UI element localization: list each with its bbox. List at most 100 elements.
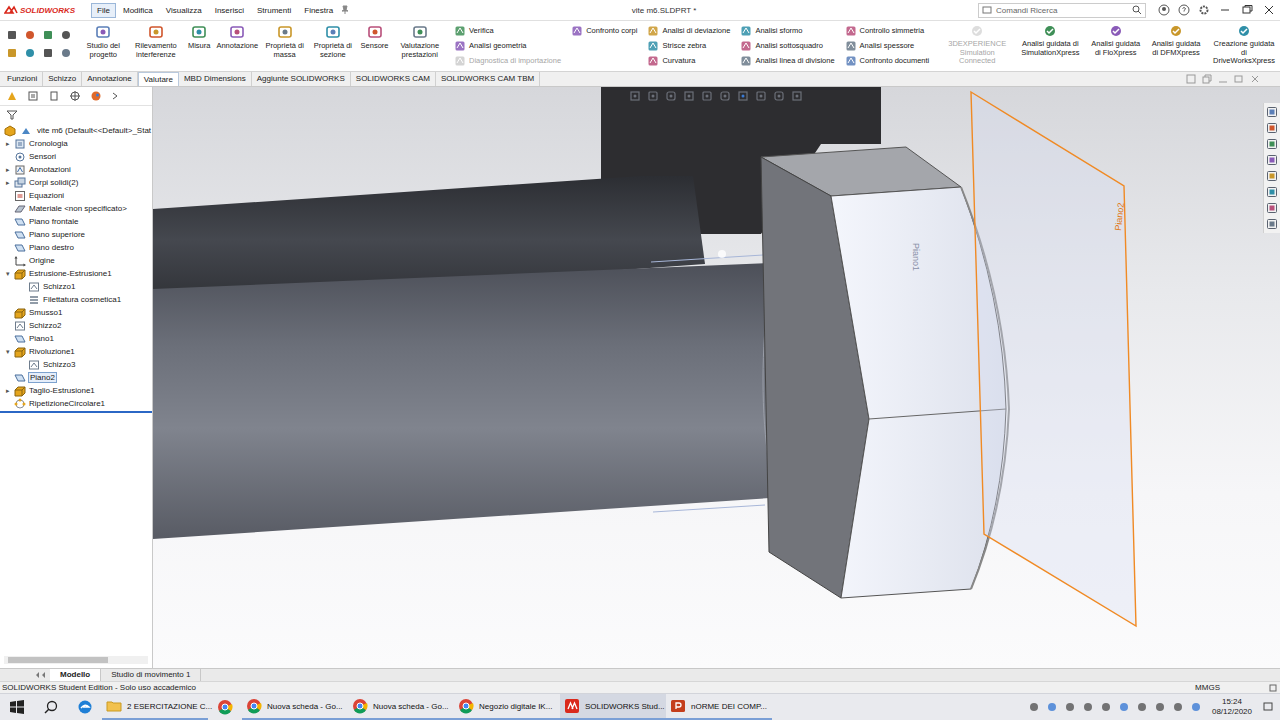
view-tool-icon[interactable] — [701, 90, 713, 102]
restore-icon[interactable] — [1240, 4, 1254, 16]
plane1-label[interactable]: Piano1 — [911, 243, 921, 271]
task-pane-icon[interactable] — [1266, 122, 1278, 134]
scroll-left-icon[interactable] — [30, 670, 50, 680]
view-tool-icon[interactable] — [719, 90, 731, 102]
search-icon[interactable] — [43, 699, 59, 715]
tree-item[interactable]: Filettatura cosmetica1 — [0, 293, 152, 306]
ribbon-small-button[interactable]: Curvatura — [647, 54, 730, 67]
tree-item[interactable]: ▾ Estrusione-Estrusione1 — [0, 267, 152, 280]
display-manager-icon[interactable] — [90, 90, 102, 102]
model-tab[interactable]: Studio di movimento 1 — [101, 669, 201, 681]
taskbar-app[interactable]: Negozio digitale IK... — [454, 694, 560, 720]
ribbon-small-button[interactable]: Confronto documenti — [845, 54, 930, 67]
feature-tree-icon[interactable] — [6, 90, 18, 102]
task-pane-icon[interactable] — [1266, 154, 1278, 166]
tray-icon[interactable] — [1082, 701, 1094, 713]
taskbar-app[interactable]: SOLIDWORKS Stud... — [560, 694, 666, 720]
command-tab[interactable]: Annotazione — [82, 72, 137, 86]
view-tool-icon[interactable] — [791, 90, 803, 102]
rollback-bar[interactable] — [0, 411, 152, 413]
quick-action-icon[interactable] — [42, 47, 54, 59]
task-pane-icon[interactable] — [1266, 202, 1278, 214]
ribbon-button[interactable]: Creazione guidata di DriveWorksXpress — [1208, 24, 1280, 66]
command-tab[interactable]: MBD Dimensions — [179, 72, 252, 86]
ribbon-button[interactable]: Misura — [185, 24, 214, 51]
ribbon-button[interactable]: Proprietà di sezione — [308, 24, 357, 59]
menu-item[interactable]: Visualizza — [160, 3, 208, 18]
menu-item[interactable]: File — [91, 3, 116, 18]
close-icon[interactable] — [1262, 4, 1276, 16]
graphics-area[interactable]: Piano1 Piano2 — [153, 87, 1280, 668]
ribbon-button[interactable]: Studio del progetto — [80, 24, 127, 59]
chrome-icon[interactable] — [217, 699, 233, 715]
tree-item[interactable]: Piano frontale — [0, 215, 152, 228]
tree-item[interactable]: Piano superiore — [0, 228, 152, 241]
ribbon-small-button[interactable]: Diagnostica di importazione — [454, 54, 561, 67]
options-icon[interactable] — [1198, 4, 1210, 16]
notifications-icon[interactable] — [1262, 701, 1274, 713]
view-tool-icon[interactable] — [755, 90, 767, 102]
menu-item[interactable]: Finestra — [298, 3, 339, 18]
menu-item[interactable]: Strumenti — [251, 3, 297, 18]
ribbon-small-button[interactable]: Confronto corpi — [571, 24, 637, 37]
minimize-icon[interactable] — [1218, 4, 1232, 16]
horizontal-scrollbar[interactable] — [4, 656, 148, 664]
taskbar-app[interactable]: nORME DEI COMP... — [666, 694, 772, 720]
quick-action-icon[interactable] — [6, 47, 18, 59]
taskbar-app[interactable]: Nuova scheda - Go... — [242, 694, 348, 720]
tree-expander[interactable]: ▾ — [4, 270, 12, 278]
doc-tile-icon[interactable] — [1186, 74, 1196, 84]
tree-item[interactable]: Piano2 — [0, 371, 152, 384]
tray-icon[interactable] — [1064, 701, 1076, 713]
tree-item[interactable]: ▸ Corpi solidi(2) — [0, 176, 152, 189]
ribbon-button[interactable]: Rilevamento interferenze — [127, 24, 185, 59]
task-pane-icon[interactable] — [1266, 138, 1278, 150]
configuration-icon[interactable] — [48, 90, 60, 102]
ribbon-small-button[interactable]: Analisi geometria — [454, 39, 561, 52]
plane2-label[interactable]: Piano2 — [1113, 202, 1126, 231]
tree-root[interactable]: vite m6 (Default<<Default>_Stat — [0, 124, 152, 137]
expand-arrow-icon[interactable] — [111, 90, 119, 102]
tree-item[interactable]: ▸ Annotazioni — [0, 163, 152, 176]
scroll-thumb[interactable] — [8, 657, 108, 663]
tree-item[interactable]: Sensori — [0, 150, 152, 163]
ribbon-small-button[interactable]: Analisi sottosquadro — [740, 39, 834, 52]
doc-minimize-icon[interactable] — [1218, 74, 1228, 84]
ribbon-small-button[interactable]: Strisce zebra — [647, 39, 730, 52]
plane2[interactable] — [971, 92, 1136, 626]
edge-icon[interactable] — [77, 699, 93, 715]
model-tab[interactable]: Modello — [50, 669, 101, 681]
tray-icon[interactable] — [1118, 701, 1130, 713]
tree-expander[interactable]: ▸ — [4, 387, 12, 395]
task-pane-icon[interactable] — [1266, 218, 1278, 230]
command-tab[interactable]: SOLIDWORKS CAM TBM — [436, 72, 540, 86]
command-tab[interactable]: Aggiunte SOLIDWORKS — [252, 72, 351, 86]
command-tab[interactable]: SOLIDWORKS CAM — [351, 72, 436, 86]
help-icon[interactable] — [1178, 4, 1190, 16]
doc-cascade-icon[interactable] — [1202, 74, 1212, 84]
quick-action-icon[interactable] — [24, 47, 36, 59]
tree-item[interactable]: ▸ Taglio-Estrusione1 — [0, 384, 152, 397]
ribbon-button[interactable]: Sensore — [358, 24, 392, 51]
quick-action-icon[interactable] — [60, 47, 72, 59]
tree-expander[interactable]: ▸ — [4, 140, 12, 148]
tree-item[interactable]: RipetizioneCircolare1 — [0, 397, 152, 410]
ribbon-button[interactable]: 3DEXPERIENCE Simulation Connected — [941, 24, 1013, 66]
ribbon-button[interactable]: Proprietà di massa — [261, 24, 308, 59]
ribbon-button[interactable]: Analisi guidata di FloXpress — [1087, 24, 1144, 57]
search-field[interactable]: Comandi Ricerca — [978, 3, 1146, 18]
command-tab[interactable]: Valutare — [138, 72, 179, 86]
ribbon-small-button[interactable]: Analisi linea di divisione — [740, 54, 834, 67]
user-icon[interactable] — [1158, 4, 1170, 16]
units-indicator[interactable]: MMGS — [1195, 683, 1260, 692]
tree-expander[interactable]: ▾ — [4, 348, 12, 356]
tray-icon[interactable] — [1028, 701, 1040, 713]
ribbon-button[interactable]: Analisi guidata di DFMXpress — [1146, 24, 1206, 57]
bolt-model[interactable]: Piano1 Piano2 — [153, 87, 1280, 668]
task-pane-icon[interactable] — [1266, 106, 1278, 118]
menu-item[interactable]: Inserisci — [209, 3, 250, 18]
tree-item[interactable]: Materiale <non specificato> — [0, 202, 152, 215]
tree-item[interactable]: Smusso1 — [0, 306, 152, 319]
menu-item[interactable]: Modifica — [117, 3, 159, 18]
tree-expander[interactable]: ▸ — [4, 179, 12, 187]
